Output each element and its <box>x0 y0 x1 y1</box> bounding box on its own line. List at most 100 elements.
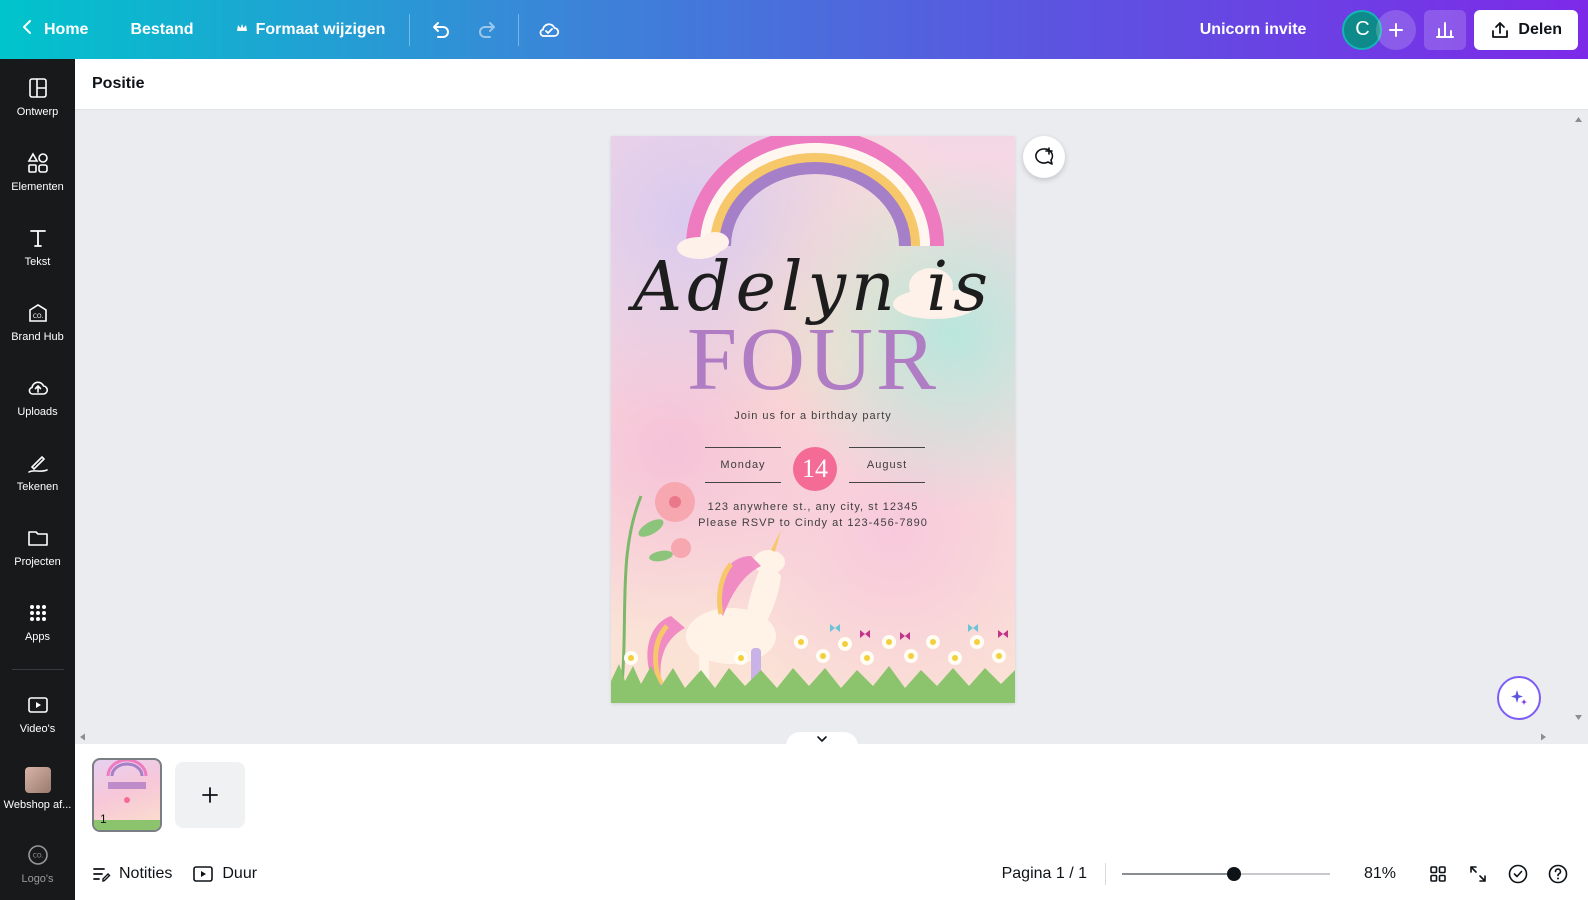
resize-label: Formaat wijzigen <box>255 20 386 38</box>
editor-canvas: Adelyn is FOUR Join us for a birthday pa… <box>75 110 1569 740</box>
sidebar-item-label: Elementen <box>11 181 64 193</box>
sidebar-item-label: Projecten <box>14 556 61 568</box>
invitation-rsvp[interactable]: Please RSVP to Cindy at 123-456-7890 <box>611 517 1015 529</box>
chevron-down-icon <box>817 736 827 743</box>
sidebar-item-uploads[interactable]: Uploads <box>0 362 75 432</box>
toolbar-divider <box>518 13 520 46</box>
sidebar-item-text[interactable]: Tekst <box>0 212 75 282</box>
page-strip: 1 <box>75 744 1588 848</box>
share-label: Delen <box>1518 20 1562 38</box>
add-comment-button[interactable] <box>1023 136 1065 178</box>
invite-collaborator-button[interactable] <box>1376 9 1417 50</box>
page-thumbnail[interactable]: 1 <box>92 758 162 832</box>
webshop-thumbnail <box>24 767 51 793</box>
invitation-subtitle[interactable]: Join us for a birthday party <box>611 410 1015 422</box>
duration-button[interactable]: Duur <box>182 856 267 892</box>
sidebar-item-logos[interactable]: CO. Logo's <box>0 829 75 899</box>
invitation-address[interactable]: 123 anywhere st., any city, st 12345 <box>611 501 1015 513</box>
grid-view-button[interactable] <box>1418 854 1458 894</box>
draw-icon <box>27 455 48 473</box>
sidebar-item-label: Uploads <box>17 406 58 418</box>
page-indicator[interactable]: Pagina 1 / 1 <box>1002 865 1087 883</box>
vertical-scrollbar[interactable] <box>1569 110 1588 740</box>
bar-chart-icon <box>1436 21 1455 38</box>
sidebar-item-design[interactable]: Ontwerp <box>0 62 75 132</box>
text-icon <box>29 230 46 247</box>
expand-icon <box>1470 866 1486 882</box>
plus-icon <box>1389 22 1404 37</box>
sidebar-item-label: Apps <box>24 631 51 643</box>
sidebar-item-draw[interactable]: Tekenen <box>0 437 75 507</box>
sidebar-item-brand-hub[interactable]: CO. Brand Hub <box>0 287 75 357</box>
chevron-left-icon <box>20 19 36 40</box>
cloud-check-icon <box>539 22 560 37</box>
sidebar-item-label: Logo's <box>21 873 54 885</box>
design-title[interactable]: Unicorn invite <box>1186 0 1321 59</box>
folder-icon <box>27 531 48 546</box>
invitation-date-badge[interactable]: 14 <box>793 447 837 491</box>
sparkle-icon <box>1511 690 1527 705</box>
grass-meadow <box>611 664 1015 703</box>
undo-button[interactable] <box>420 10 460 50</box>
sidebar-item-label: Ontwerp <box>16 106 59 118</box>
check-status-button[interactable] <box>1498 854 1538 894</box>
plus-icon <box>202 787 218 803</box>
logo-icon: CO. <box>27 845 48 865</box>
sidebar-divider <box>12 669 64 670</box>
grid-icon <box>1430 866 1446 882</box>
position-button[interactable]: Positie <box>92 75 144 93</box>
add-page-button[interactable] <box>175 762 245 828</box>
sidebar-item-elements[interactable]: Elementen <box>0 137 75 207</box>
sidebar-item-videos[interactable]: Video's <box>0 679 75 749</box>
sidebar-item-label: Brand Hub <box>11 331 64 343</box>
design-page[interactable]: Adelyn is FOUR Join us for a birthday pa… <box>611 136 1015 703</box>
invitation-age-heading[interactable]: FOUR <box>611 308 1015 411</box>
sidebar-item-label: Webshop af... <box>3 799 72 811</box>
invitation-day[interactable]: Monday <box>705 447 781 483</box>
share-button[interactable]: Delen <box>1474 9 1578 50</box>
duration-label: Duur <box>222 865 258 882</box>
fullscreen-button[interactable] <box>1458 854 1498 894</box>
design-title-text: Unicorn invite <box>1199 20 1307 38</box>
notes-label: Notities <box>119 865 173 882</box>
svg-text:CO.: CO. <box>32 853 43 860</box>
play-timer-icon <box>193 866 214 882</box>
notes-icon <box>93 868 111 882</box>
bottom-divider <box>1105 863 1106 885</box>
daisies <box>624 635 1006 665</box>
redo-button[interactable] <box>468 10 508 50</box>
notes-button[interactable]: Notities <box>81 856 182 892</box>
sidebar-item-label: Tekenen <box>16 481 59 493</box>
zoom-slider-fill <box>1122 873 1235 875</box>
home-label: Home <box>44 20 89 38</box>
insights-button[interactable] <box>1424 9 1467 50</box>
shapes-icon <box>27 152 48 173</box>
file-menu-button[interactable]: Bestand <box>116 0 207 59</box>
home-button[interactable]: Home <box>0 0 102 59</box>
sidebar-item-webshop[interactable]: Webshop af... <box>0 754 75 824</box>
sidebar-item-label: Tekst <box>24 256 51 268</box>
brand-icon: CO. <box>28 304 47 322</box>
invitation-month[interactable]: August <box>849 447 925 483</box>
sidebar-item-label: Video's <box>19 723 56 735</box>
context-toolbar: Positie <box>75 59 1588 110</box>
cloud-save-button[interactable] <box>529 10 569 50</box>
zoom-slider-handle[interactable] <box>1227 867 1242 881</box>
magic-assistant-button[interactable] <box>1497 676 1541 720</box>
redo-icon <box>479 21 496 38</box>
toolbar-divider <box>409 13 411 46</box>
sidebar-item-apps[interactable]: Apps <box>0 587 75 657</box>
comment-add-icon <box>1035 147 1054 165</box>
zoom-slider[interactable] <box>1122 867 1330 881</box>
zoom-level[interactable]: 81% <box>1354 865 1406 883</box>
daisy-centers <box>628 639 1002 661</box>
share-upload-icon <box>1492 21 1509 38</box>
crown-icon <box>236 21 248 39</box>
help-button[interactable] <box>1538 854 1578 894</box>
resize-button[interactable]: Formaat wijzigen <box>222 0 400 59</box>
left-sidebar: Ontwerp Elementen Tekst CO. Brand Hub Up… <box>0 59 75 900</box>
video-icon <box>27 697 48 713</box>
sidebar-item-projects[interactable]: Projecten <box>0 512 75 582</box>
page-number: 1 <box>100 812 107 826</box>
file-label: Bestand <box>130 20 194 38</box>
